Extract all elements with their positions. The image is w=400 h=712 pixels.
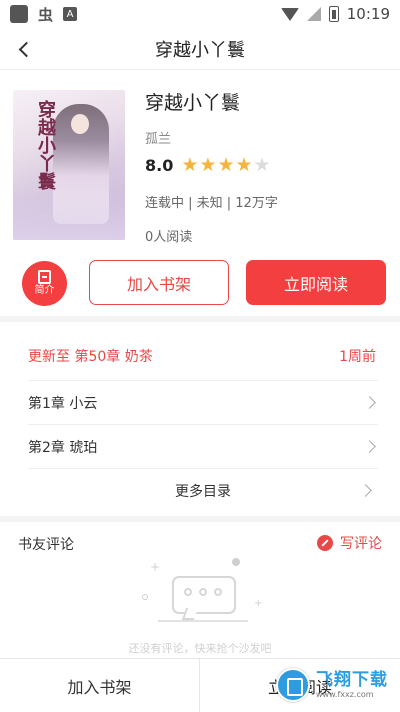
- reviews-section: 书友评论 写评论 + + 还没有评论，快来抢个沙发吧: [0, 526, 400, 658]
- chapter-label: 第2章 琥珀: [28, 439, 98, 456]
- app-square-icon: [10, 5, 28, 23]
- read-now-button[interactable]: 立即阅读: [246, 260, 386, 305]
- battery-icon: [328, 6, 339, 22]
- star-empty-icon: ★: [253, 154, 271, 176]
- book-readers: 0人阅读: [145, 230, 193, 245]
- star-filled-icon: ★: [235, 154, 253, 176]
- book-rating: 8.0 ★ ★ ★ ★ ★: [145, 156, 271, 176]
- book-header: 穿越小丫鬟 穿越小丫鬟 孤兰 8.0 ★ ★ ★ ★ ★ 连载中 | 未知 | 12万字…: [0, 70, 400, 260]
- sparkle-icon: +: [150, 560, 161, 574]
- illustration-baseline: [158, 620, 248, 622]
- star-filled-icon: ★: [217, 154, 235, 176]
- chapter-row[interactable]: 第1章 小云: [28, 380, 378, 424]
- watermark-title: 飞翔下载: [316, 670, 388, 690]
- write-review-label: 写评论: [340, 536, 382, 552]
- watermark-icon: [276, 668, 310, 702]
- rating-score: 8.0: [145, 156, 174, 175]
- cover-face: [71, 114, 89, 134]
- cover-mist: [13, 194, 125, 240]
- wifi-icon: [280, 7, 299, 21]
- intro-button[interactable]: 简介: [22, 261, 67, 306]
- section-divider: [0, 516, 400, 522]
- back-icon[interactable]: [14, 37, 38, 61]
- chevron-right-icon: [359, 484, 372, 497]
- latest-chapter-link[interactable]: 更新至 第50章 奶茶: [28, 346, 153, 366]
- book-meta: 连载中 | 未知 | 12万字: [145, 196, 278, 211]
- dot-icon: [232, 558, 240, 566]
- watermark-logo: 飞翔下载 www.fxxz.com: [276, 664, 394, 706]
- book-cover[interactable]: 穿越小丫鬟: [13, 90, 125, 240]
- chapter-label: 第1章 小云: [28, 395, 98, 412]
- watermark-domain: www.fxxz.com: [316, 690, 374, 699]
- status-bar: 虫 A 10:19: [0, 0, 400, 28]
- pencil-icon: [317, 535, 333, 551]
- empty-comments-text: 还没有评论，快来抢个沙发吧: [128, 642, 272, 655]
- book-icon: [38, 270, 51, 284]
- latest-chapter-time: 1周前: [339, 349, 376, 365]
- reviews-title: 书友评论: [18, 537, 74, 553]
- more-chapters-label: 更多目录: [175, 483, 231, 500]
- action-row: 简介 加入书架 立即阅读: [0, 260, 400, 316]
- page-title: 穿越小丫鬟: [155, 39, 245, 61]
- section-divider: [0, 316, 400, 322]
- ring-icon: [142, 594, 148, 600]
- intro-label: 简介: [34, 285, 55, 296]
- star-filled-icon: ★: [199, 154, 217, 176]
- star-filled-icon: ★: [181, 154, 199, 176]
- rating-stars: ★ ★ ★ ★ ★: [181, 156, 270, 175]
- cover-calligraphy: 穿越小丫鬟: [35, 100, 56, 190]
- sparkle-icon: +: [254, 598, 263, 609]
- add-to-shelf-button[interactable]: 加入书架: [89, 260, 229, 305]
- clock: 10:19: [346, 5, 390, 23]
- more-chapters-button[interactable]: 更多目录: [28, 468, 378, 512]
- nav-bar: 穿越小丫鬟: [0, 28, 400, 70]
- a-icon: A: [63, 7, 78, 21]
- bug-icon: 虫: [38, 5, 54, 24]
- chapter-row[interactable]: 第2章 琥珀: [28, 424, 378, 468]
- write-review-button[interactable]: 写评论: [317, 533, 382, 553]
- book-title: 穿越小丫鬟: [145, 92, 241, 114]
- ellipsis-icon: [184, 588, 222, 596]
- no-signal-icon: [306, 7, 321, 21]
- chevron-right-icon: [363, 396, 376, 409]
- empty-comments-illustration: + +: [140, 554, 264, 644]
- book-author[interactable]: 孤兰: [145, 128, 171, 147]
- bottom-add-to-shelf-button[interactable]: 加入书架: [0, 659, 200, 712]
- chevron-right-icon: [363, 440, 376, 453]
